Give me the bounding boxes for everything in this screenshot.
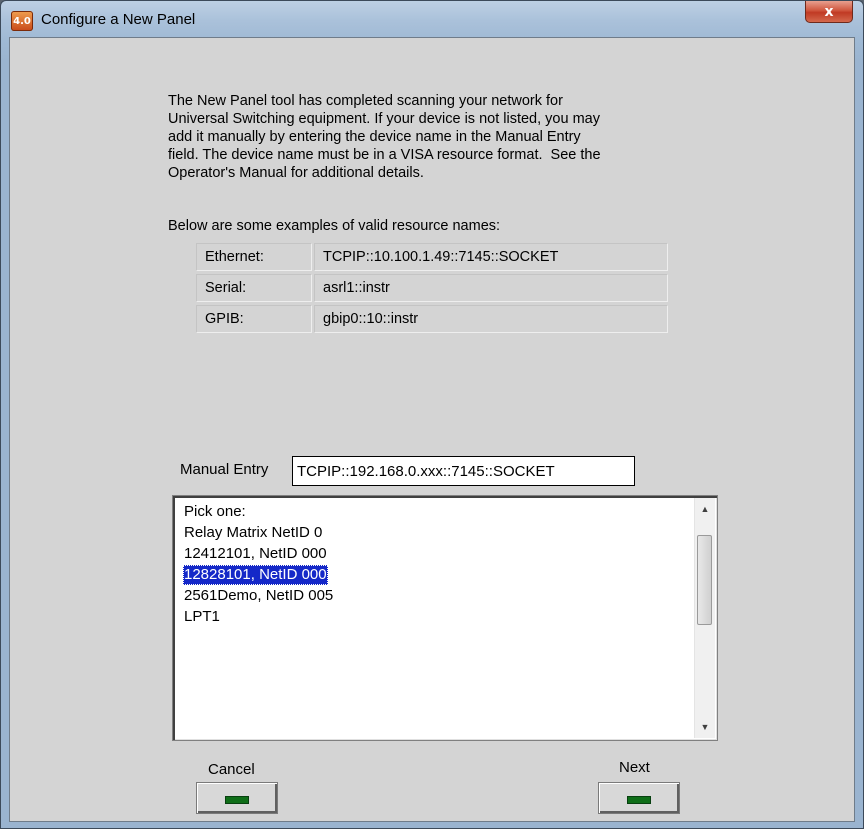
example-row-ethernet: Ethernet: TCPIP::10.100.1.49::7145::SOCK… <box>196 243 672 271</box>
dialog-body: The New Panel tool has completed scannin… <box>9 37 855 822</box>
scroll-thumb[interactable] <box>697 535 712 625</box>
led-indicator-icon <box>225 796 249 804</box>
manual-entry-label: Manual Entry <box>180 461 269 478</box>
example-type: GPIB: <box>196 305 312 333</box>
example-row-serial: Serial: asrl1::instr <box>196 274 672 302</box>
led-indicator-icon <box>627 796 651 804</box>
list-item[interactable]: LPT1 <box>183 607 221 627</box>
list-item[interactable]: Pick one: <box>183 502 247 522</box>
app-icon: 4.0 <box>11 11 33 31</box>
list-scrollbar[interactable]: ▲ ▼ <box>694 498 715 738</box>
example-row-gpib: GPIB: gbip0::10::instr <box>196 305 672 333</box>
cancel-button[interactable] <box>196 782 278 814</box>
example-value: gbip0::10::instr <box>314 305 668 333</box>
list-item[interactable]: 12412101, NetID 000 <box>183 544 328 564</box>
example-value: asrl1::instr <box>314 274 668 302</box>
next-label: Next <box>619 759 650 776</box>
next-button[interactable] <box>598 782 680 814</box>
intro-text: The New Panel tool has completed scannin… <box>168 93 601 181</box>
window-title: Configure a New Panel <box>41 11 196 28</box>
example-type: Serial: <box>196 274 312 302</box>
title-bar[interactable]: 4.0 Configure a New Panel x <box>1 1 863 37</box>
scroll-up-arrow-icon[interactable]: ▲ <box>695 500 715 518</box>
cancel-label: Cancel <box>208 761 255 778</box>
dialog-window: 4.0 Configure a New Panel x The New Pane… <box>0 0 864 829</box>
scroll-down-arrow-icon[interactable]: ▼ <box>695 718 715 736</box>
examples-label: Below are some examples of valid resourc… <box>168 218 501 234</box>
manual-entry-input[interactable] <box>292 456 635 486</box>
example-type: Ethernet: <box>196 243 312 271</box>
list-item[interactable]: Relay Matrix NetID 0 <box>183 523 323 543</box>
device-listbox[interactable]: Pick one: Relay Matrix NetID 0 12412101,… <box>172 495 718 741</box>
close-icon: x <box>824 3 834 20</box>
list-item-selected[interactable]: 12828101, NetID 000 <box>183 565 328 585</box>
close-button[interactable]: x <box>805 1 853 23</box>
list-item[interactable]: 2561Demo, NetID 005 <box>183 586 334 606</box>
example-value: TCPIP::10.100.1.49::7145::SOCKET <box>314 243 668 271</box>
